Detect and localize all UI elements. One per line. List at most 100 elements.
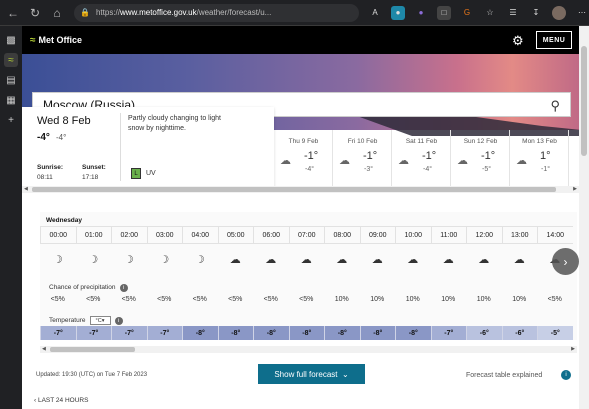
cloud-icon: ☁ [280, 155, 291, 167]
show-full-forecast-button[interactable]: Show full forecast ⌄ [258, 364, 365, 384]
site-logo[interactable]: ≈ Met Office [30, 35, 82, 46]
cloud-icon: ☁ [513, 253, 525, 266]
day-min-temp: -3° [364, 166, 374, 173]
last-24-hours-link[interactable]: ‹ LAST 24 HOURS [34, 397, 88, 404]
temp-value: -6° [466, 326, 502, 340]
temp-value: -8° [324, 326, 360, 340]
site-header: ≈ Met Office ⚙ MENU [22, 26, 579, 54]
precip-value: 10% [334, 296, 349, 303]
favorites-icon[interactable]: ☆ [483, 6, 497, 20]
hour-label: 13:00 [501, 227, 538, 243]
precip-value: 10% [512, 296, 527, 303]
hour-label: 07:00 [288, 227, 325, 243]
moon-icon: ☽ [194, 253, 205, 266]
info-icon[interactable]: i [119, 284, 128, 292]
hour-label: 04:00 [182, 227, 218, 243]
day-min-temp: -5° [482, 166, 492, 173]
new-tab-icon[interactable]: + [4, 113, 18, 127]
hour-label: 05:00 [217, 227, 254, 243]
hour-label: 12:00 [466, 227, 502, 243]
day-name: Mon 13 Feb [522, 138, 557, 145]
precip-value: 10% [370, 296, 385, 303]
precip-row-label: Chance of precipitation i [49, 284, 128, 292]
extension-icon[interactable]: ● [414, 6, 428, 20]
uv-badge: L [131, 168, 141, 179]
day-column[interactable]: Sun 12 Feb ☁ -1° -5° [451, 130, 510, 186]
day-column[interactable]: Thu 9 Feb ☁ -1° -4° [274, 130, 333, 186]
hourly-scrollbar[interactable]: ◀ ▶ [40, 346, 577, 353]
scrollbar-thumb[interactable] [32, 187, 556, 192]
moon-icon: ☽ [159, 253, 170, 266]
sunrise-label: Sunrise: [37, 164, 64, 171]
updated-timestamp: Updated: 19:30 (UTC) on Tue 7 Feb 2023 [36, 372, 148, 378]
read-aloud-icon[interactable]: A [368, 6, 382, 20]
today-min-temp: -4° [56, 133, 67, 142]
extension-icon[interactable]: G [460, 6, 474, 20]
next-hours-button[interactable]: › [552, 248, 579, 275]
days-strip: Thu 9 Feb ☁ -1° -4° Fri 10 Feb ☁ -1° -3° Sat 11 … [274, 130, 579, 186]
extension-icon[interactable]: ● [391, 5, 405, 20]
scrollbar-thumb[interactable] [581, 46, 587, 156]
hour-label: 06:00 [253, 227, 289, 243]
cloud-moon-icon: ☁︎ [265, 253, 277, 266]
tab-metoffice-icon[interactable]: ≈ [4, 53, 18, 67]
temp-label-text: Temperature [49, 317, 86, 324]
temp-value: -7° [430, 326, 466, 340]
hourly-precip-row: <5% <5% <5% <5% <5% <5% <5% <5% 10% 10% 10% 10% 10% 1… [40, 296, 573, 306]
sunset-time: 17:18 [82, 174, 99, 181]
day-column[interactable]: Fri 10 Feb ☁ -1° -3° [333, 130, 392, 186]
cloud-icon: ☁ [336, 253, 348, 266]
unit-value: °C [95, 317, 102, 324]
gear-icon[interactable]: ⚙ [512, 33, 524, 49]
address-bar[interactable]: 🔒 https://www.metoffice.gov.uk/weather/f… [74, 3, 359, 22]
day-max-temp: 1° [540, 150, 551, 162]
sunrise-time: 08:11 [37, 174, 53, 181]
scroll-left-icon[interactable]: ◀ [42, 346, 46, 352]
back-icon[interactable]: ← [4, 4, 22, 22]
tab-actions-icon[interactable]: ▩ [4, 33, 18, 47]
day-name: Sun 12 Feb [463, 138, 498, 145]
divider [120, 113, 121, 181]
extension-icon[interactable]: □ [437, 5, 451, 20]
hourly-forecast-table: Wednesday 00:00 01:00 02:00 03:00 04:00 05:00… [40, 212, 577, 340]
precip-value: <5% [192, 296, 207, 303]
moon-icon: ☽ [88, 253, 99, 266]
temp-value: -8° [217, 326, 253, 340]
uv-label: UV [146, 170, 156, 177]
home-icon[interactable]: ⌂ [48, 4, 66, 22]
cloud-icon: ☁ [371, 253, 383, 266]
downloads-icon[interactable]: ↧ [529, 6, 543, 20]
collections-icon[interactable]: ☰ [506, 6, 520, 20]
tab-gallery-icon[interactable]: ▦ [4, 93, 18, 107]
scroll-right-icon[interactable]: ▶ [571, 346, 575, 352]
forecast-table-explained-link[interactable]: Forecast table explained [466, 372, 542, 379]
precip-value: <5% [263, 296, 278, 303]
cloud-icon: ☁ [407, 253, 419, 266]
refresh-icon[interactable]: ↻ [26, 4, 44, 22]
search-icon[interactable]: ⚲ [550, 98, 560, 114]
temp-value: -7° [40, 326, 76, 340]
temp-value: -6° [501, 326, 537, 340]
scrollbar-thumb[interactable] [50, 347, 135, 352]
today-max-temp: -4° [37, 132, 50, 143]
days-scrollbar[interactable]: ◀ ▶ [22, 186, 579, 193]
hour-label: 11:00 [430, 227, 467, 243]
day-column[interactable]: Sat 11 Feb ☁ -1° -4° [392, 130, 451, 186]
info-icon[interactable]: i [114, 316, 123, 325]
page-scrollbar[interactable] [579, 26, 589, 409]
info-icon[interactable]: i [561, 370, 571, 380]
precip-value: <5% [50, 296, 65, 303]
avatar[interactable] [552, 5, 566, 20]
today-card[interactable]: Wed 8 Feb -4° -4° Partly cloudy changing… [22, 107, 274, 188]
day-max-temp: -1° [304, 150, 319, 162]
day-max-temp: -1° [363, 150, 378, 162]
scroll-left-icon[interactable]: ◀ [24, 186, 28, 192]
scroll-right-icon[interactable]: ▶ [573, 186, 577, 192]
more-icon[interactable]: ⋯ [575, 6, 589, 20]
hourly-day-name: Wednesday [46, 217, 83, 224]
day-column[interactable]: Mon 13 Feb ☁ 1° -1° [510, 130, 569, 186]
tab-document-icon[interactable]: ▤ [4, 73, 18, 87]
menu-button[interactable]: MENU [536, 31, 572, 49]
unit-select[interactable]: °C ▾ [89, 316, 111, 325]
moon-icon: ☽ [123, 253, 134, 266]
